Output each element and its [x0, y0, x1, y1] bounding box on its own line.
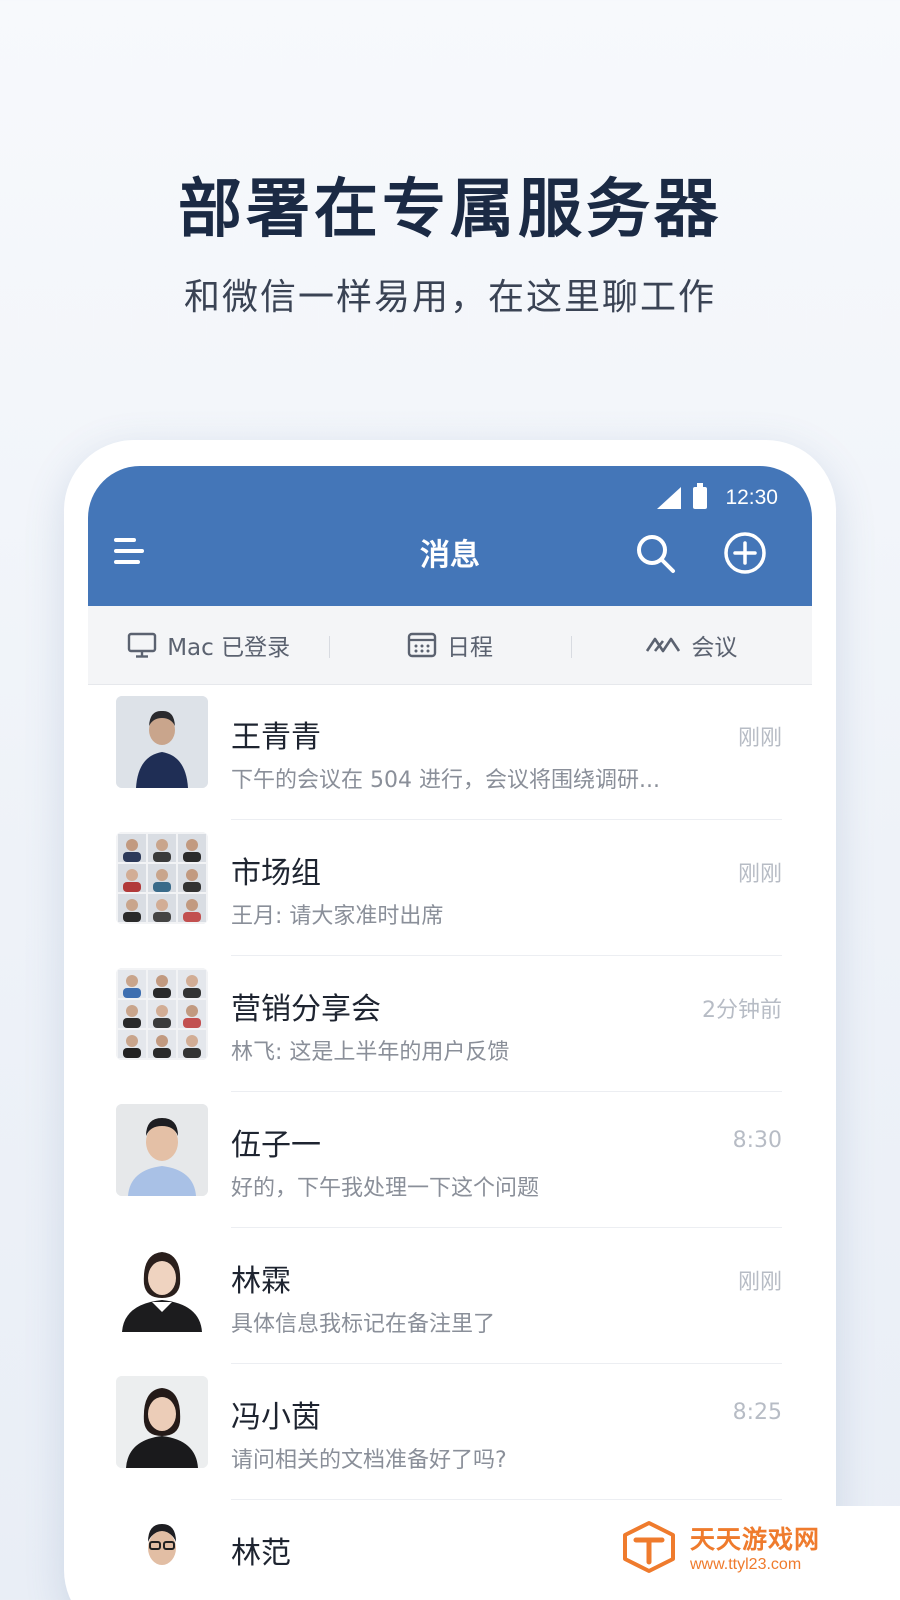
conversation-preview: 林飞: 这是上半年的用户反馈	[231, 1040, 510, 1065]
avatar	[116, 696, 208, 788]
quick-item-mac-login[interactable]: Mac 已登录	[88, 628, 329, 662]
signal-icon	[657, 487, 682, 509]
avatar	[116, 1376, 208, 1468]
watermark-logo-icon	[622, 1520, 676, 1574]
app-bar: 12:30 消息	[88, 466, 812, 606]
quick-item-schedule[interactable]: 日程	[329, 628, 570, 662]
conversation-list: 王青青 下午的会议在 504 进行，会议将围绕调研... 刚刚 市场组 王月: …	[88, 684, 812, 1600]
conversation-row[interactable]: 冯小茵 请问相关的文档准备好了吗? 8:25	[88, 1364, 812, 1500]
conversation-preview: 好的，下午我处理一下这个问题	[231, 1176, 540, 1201]
conversation-time: 2分钟前	[702, 998, 782, 1023]
conversation-name: 伍子一	[231, 1128, 321, 1163]
group-avatar	[116, 968, 208, 1060]
conversation-row[interactable]: 林霖 具体信息我标记在备注里了 刚刚	[88, 1228, 812, 1364]
watermark: 天天游戏网 www.ttyl23.com	[600, 1506, 900, 1600]
quick-item-label: Mac 已登录	[167, 635, 291, 661]
conversation-preview: 王月: 请大家准时出席	[231, 904, 444, 929]
conversation-preview: 请问相关的文档准备好了吗?	[231, 1448, 507, 1473]
conversation-time: 刚刚	[737, 862, 782, 887]
status-bar: 12:30	[657, 482, 778, 514]
conversation-preview: 下午的会议在 504 进行，会议将围绕调研...	[231, 768, 660, 793]
watermark-title: 天天游戏网	[690, 1525, 821, 1554]
status-time: 12:30	[725, 486, 778, 509]
avatar	[116, 1104, 208, 1196]
conversation-row[interactable]: 伍子一 好的，下午我处理一下这个问题 8:30	[88, 1092, 812, 1228]
quick-item-label: 会议	[691, 635, 738, 661]
conversation-time: 刚刚	[737, 1270, 782, 1295]
conversation-name: 市场组	[231, 856, 321, 891]
avatar	[116, 1240, 208, 1332]
conversation-name: 冯小茵	[231, 1400, 321, 1435]
conversation-name: 王青青	[231, 720, 321, 755]
conversation-name: 林范	[231, 1536, 291, 1571]
conversation-time: 8:30	[732, 1128, 782, 1153]
promo-headline: 部署在专属服务器	[178, 173, 722, 247]
conversation-row[interactable]: 王青青 下午的会议在 504 进行，会议将围绕调研... 刚刚	[88, 684, 812, 820]
watermark-url: www.ttyl23.com	[690, 1556, 802, 1573]
conversation-time: 刚刚	[737, 726, 782, 751]
page-title: 消息	[420, 538, 480, 573]
battery-icon	[693, 483, 708, 509]
group-avatar	[116, 832, 208, 924]
conversation-time: 8:25	[732, 1400, 782, 1425]
conversation-name: 营销分享会	[231, 992, 381, 1027]
phone-screen: 12:30 消息 Mac 已登录 日程 会议 王青青 下午的会议在 504 进行…	[88, 466, 812, 1600]
conversation-row[interactable]: 营销分享会 林飞: 这是上半年的用户反馈 2分钟前	[88, 956, 812, 1092]
meeting-icon	[645, 633, 681, 657]
search-icon[interactable]	[634, 532, 678, 576]
quick-item-label: 日程	[446, 635, 493, 661]
promo-subline: 和微信一样易用，在这里聊工作	[183, 277, 716, 318]
conversation-preview: 具体信息我标记在备注里了	[231, 1312, 496, 1337]
quick-item-meeting[interactable]: 会议	[570, 628, 812, 662]
conversation-name: 林霖	[231, 1264, 291, 1299]
calendar-icon	[407, 631, 437, 659]
avatar	[116, 1512, 208, 1600]
add-circle-icon[interactable]	[722, 530, 768, 576]
desktop-icon	[127, 631, 157, 659]
quick-bar: Mac 已登录 日程 会议	[88, 606, 812, 685]
conversation-row[interactable]: 市场组 王月: 请大家准时出席 刚刚	[88, 820, 812, 956]
